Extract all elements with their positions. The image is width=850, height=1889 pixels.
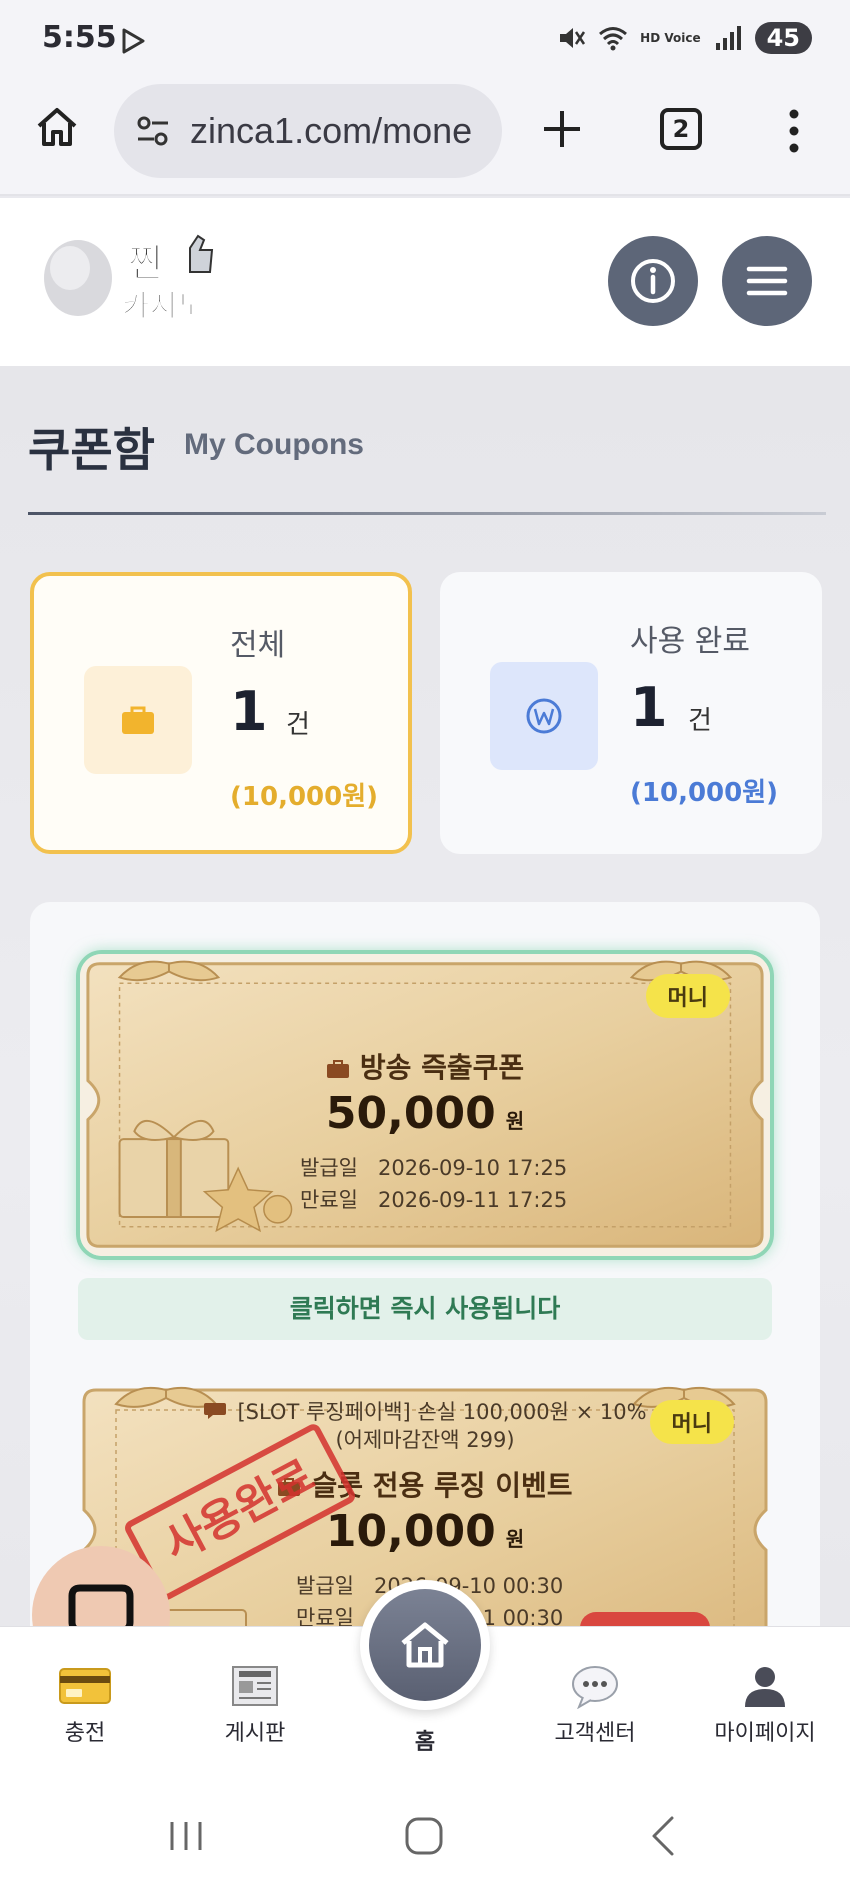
home-button[interactable] (369, 1589, 481, 1701)
issue-label: 발급일 (296, 1574, 354, 1598)
stat-label: 전체 (230, 628, 286, 663)
address-bar[interactable]: zinca1.com/mone (114, 84, 502, 178)
issue-date: 2026-09-10 17:25 (377, 1156, 568, 1180)
nav-item-support[interactable]: 고객센터 (520, 1663, 670, 1747)
site-header: 찐 카지노 (0, 198, 850, 366)
expire-label: 만료일 (296, 1606, 354, 1626)
signal-icon (715, 26, 741, 50)
issue-label: 발급일 (300, 1156, 358, 1180)
status-time: 5:55 (42, 20, 117, 55)
stat-amount: (10,000원) (230, 782, 379, 812)
coupon-issue-date-row: 발급일 2026-09-10 17:25 (300, 1152, 567, 1182)
url-text[interactable]: zinca1.com/mone (190, 110, 472, 152)
more-menu-icon[interactable] (786, 108, 802, 154)
hd-voice-icon: HD Voice (640, 31, 701, 45)
coupon-list: 머니 방송 즉출쿠폰 50,000 원 발급일 2026-09-10 17:25 만… (30, 902, 820, 1626)
briefcase-icon (326, 1060, 349, 1078)
credit-card-icon (59, 1668, 111, 1704)
stat-icon-box (490, 662, 598, 770)
coupon-currency: 원 (505, 1109, 525, 1133)
coupon-desc-line1: [SLOT 루징페이백] 손실 100,000원 × 10% (237, 1400, 647, 1424)
nav-label: 충전 (64, 1721, 106, 1746)
home-icon (401, 1622, 449, 1668)
newspaper-icon (232, 1666, 278, 1706)
coupon-status-tab (580, 1612, 710, 1626)
coupon-currency: 원 (505, 1527, 525, 1551)
tabs-icon[interactable]: 2 (660, 108, 702, 150)
coupon-card[interactable]: 머니 방송 즉출쿠폰 50,000 원 발급일 2026-09-10 17:25 만… (76, 950, 774, 1260)
stat-icon-box (84, 666, 192, 774)
back-icon[interactable] (642, 1814, 686, 1858)
stat-card-total[interactable]: 전체 1 건 (10,000원) (30, 572, 412, 854)
status-icons: HD Voice 45 (556, 22, 812, 54)
coupon-type-badge: 머니 (645, 974, 730, 1018)
main-content: 쿠폰함 My Coupons 전체 1 건 (10,000원) 사용 완료 1 … (0, 366, 850, 1626)
stat-amount: (10,000원) (630, 778, 779, 808)
menu-button[interactable] (722, 236, 812, 326)
play-store-icon (122, 28, 145, 54)
coupon-name-row: 방송 즉출쿠폰 (80, 1046, 770, 1086)
stat-card-used[interactable]: 사용 완료 1 건 (10,000원) (440, 572, 822, 854)
nav-label-home: 홈 (414, 1730, 436, 1755)
battery-indicator: 45 (754, 22, 812, 54)
nav-label: 게시판 (224, 1721, 286, 1746)
speech-bubble-icon (572, 1666, 618, 1709)
speech-bubble-icon (204, 1403, 227, 1419)
user-icon (745, 1667, 785, 1707)
svg-text:찐: 찐 (128, 241, 163, 285)
info-button[interactable] (608, 236, 698, 326)
site-settings-icon[interactable] (134, 112, 172, 150)
nav-item-mypage[interactable]: 마이페이지 (690, 1663, 840, 1747)
stat-label: 사용 완료 (630, 624, 750, 659)
new-tab-icon[interactable] (540, 107, 584, 151)
svg-text:카지노: 카지노 (122, 289, 205, 324)
home-system-icon[interactable] (402, 1814, 446, 1858)
briefcase-icon (122, 706, 154, 734)
recent-apps-icon[interactable] (164, 1814, 208, 1858)
wifi-icon (599, 27, 628, 51)
nav-item-home[interactable] (360, 1580, 490, 1710)
mute-icon (560, 28, 586, 48)
home-icon[interactable] (34, 104, 80, 150)
nav-item-charge[interactable]: 충전 (10, 1663, 160, 1747)
coupon-expire-date-row: 만료일 2026-09-11 17:25 (300, 1184, 567, 1214)
nav-label: 마이페이지 (714, 1721, 816, 1746)
use-coupon-hint[interactable]: 클릭하면 즉시 사용됩니다 (78, 1278, 772, 1340)
won-icon (526, 698, 562, 734)
status-bar: 5:55 HD Voice 45 (0, 0, 850, 80)
stat-unit: 건 (688, 706, 712, 736)
browser-toolbar: zinca1.com/mone 2 (0, 80, 850, 196)
expire-label: 만료일 (300, 1188, 358, 1212)
coupon-desc-row: [SLOT 루징페이백] 손실 100,000원 × 10% (76, 1396, 774, 1426)
stat-unit: 건 (286, 710, 310, 740)
title-divider (28, 512, 826, 515)
nav-label: 고객센터 (554, 1721, 636, 1746)
chat-icon (68, 1584, 134, 1626)
stat-count: 1 (630, 676, 668, 739)
page-title: 쿠폰함 (28, 423, 155, 477)
coupon-amount: 10,000 (325, 1506, 496, 1557)
coupon-amount-row: 50,000 원 (80, 1088, 770, 1139)
hamburger-icon (746, 266, 788, 296)
coupon-name: 방송 즉출쿠폰 (359, 1051, 525, 1084)
info-icon (631, 259, 675, 303)
coupon-desc-line2: (어제마감잔액 299) (335, 1428, 515, 1452)
stat-count: 1 (230, 680, 268, 743)
nav-item-board[interactable]: 게시판 (180, 1663, 330, 1747)
site-logo[interactable]: 찐 카지노 (40, 228, 230, 324)
coupon-amount: 50,000 (325, 1088, 496, 1139)
page-subtitle: My Coupons (184, 428, 364, 461)
system-navigation (0, 1786, 850, 1889)
expire-date: 2026-09-11 17:25 (377, 1188, 568, 1212)
